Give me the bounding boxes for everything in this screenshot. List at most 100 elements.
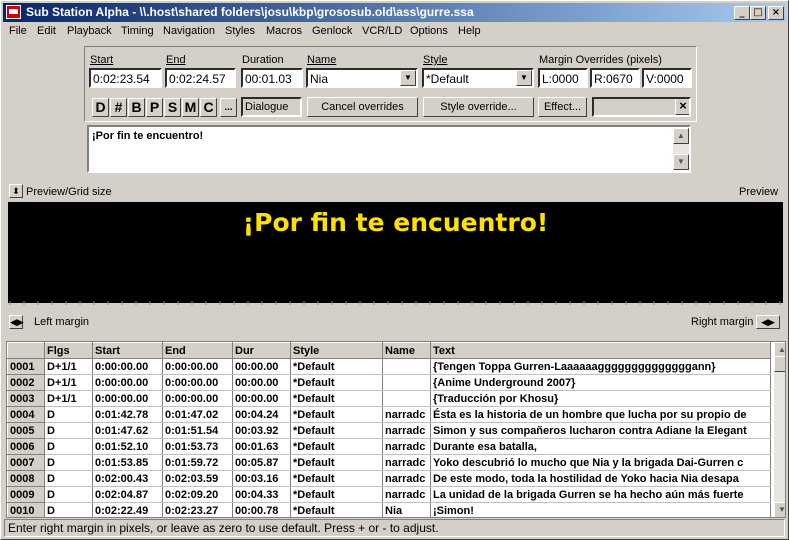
table-row[interactable]: 0006 D 0:01:52.10 0:01:53.73 00:01.63 *Defaul… — [7, 438, 771, 455]
chevron-down-icon[interactable]: ▼ — [400, 70, 416, 86]
cell-text: La unidad de la brigada Gurren se ha hec… — [430, 486, 771, 503]
cell-start: 0:00:00.00 — [92, 390, 163, 407]
table-row[interactable]: 0004 D 0:01:42.78 0:01:47.02 00:04.24 *Defaul… — [7, 406, 771, 423]
cell-text: {Traducción por Khosu} — [430, 390, 771, 407]
cell-end: 0:01:59.72 — [162, 454, 233, 471]
cell-flags: D — [44, 438, 93, 455]
subtitle-text-editor[interactable]: ¡Por fin te encuentro! — [87, 125, 691, 173]
cell-name: narradc — [382, 438, 431, 455]
cell-end: 0:00:00.00 — [162, 390, 233, 407]
effect-button[interactable]: Effect... — [538, 97, 587, 117]
cell-end: 0:00:00.00 — [162, 358, 233, 375]
menu-bar: File Edit Playback Timing Navigation Sty… — [3, 23, 786, 41]
start-time-field[interactable]: 0:02:23.54 — [89, 68, 162, 88]
menu-styles[interactable]: Styles — [225, 25, 255, 37]
cell-flags: D — [44, 486, 93, 503]
table-row[interactable]: 0005 D 0:01:47.62 0:01:51.54 00:03.92 *Defaul… — [7, 422, 771, 439]
menu-options[interactable]: Options — [410, 25, 448, 37]
grid-scrollbar[interactable]: ▲ ▼ — [774, 342, 785, 517]
menu-playback[interactable]: Playback — [67, 25, 112, 37]
table-row[interactable]: 0009 D 0:02:04.87 0:02:09.20 00:04.33 *Defaul… — [7, 486, 771, 503]
cell-duration: 00:04.33 — [232, 486, 291, 503]
name-select[interactable]: Nia ▼ — [306, 68, 418, 88]
col-header-text[interactable]: Text — [430, 342, 771, 359]
preview-area[interactable]: ¡Por fin te encuentro! — [8, 202, 783, 297]
scroll-up-icon[interactable]: ▲ — [673, 128, 689, 144]
cell-start: 0:01:52.10 — [92, 438, 163, 455]
editor-scrollbar[interactable]: ▲ ▼ — [673, 128, 689, 170]
scroll-down-icon[interactable]: ▼ — [673, 154, 689, 170]
tag-p-button[interactable]: P — [146, 98, 163, 117]
tag-more-button[interactable]: ... — [220, 98, 237, 117]
menu-genlock[interactable]: Genlock — [312, 25, 352, 37]
chevron-down-icon[interactable]: ▼ — [516, 70, 532, 86]
cell-name: narradc — [382, 454, 431, 471]
subtitle-text: ¡Por fin te encuentro! — [92, 130, 204, 142]
margin-right-field[interactable]: R:0670 — [590, 68, 640, 88]
cell-end: 0:01:53.73 — [162, 438, 233, 455]
col-header-duration[interactable]: Dur — [232, 342, 291, 359]
col-header-flags[interactable]: Flgs — [44, 342, 93, 359]
end-label: End — [166, 54, 186, 66]
cell-style: *Default — [290, 374, 383, 391]
menu-macros[interactable]: Macros — [266, 25, 302, 37]
maximize-button[interactable]: □ — [750, 6, 766, 20]
menu-edit[interactable]: Edit — [37, 25, 56, 37]
style-override-button[interactable]: Style override... — [423, 97, 534, 117]
col-header-end[interactable]: End — [162, 342, 233, 359]
margin-left-field[interactable]: L:0000 — [538, 68, 588, 88]
app-icon[interactable] — [6, 5, 21, 19]
tag-d-button[interactable]: D — [92, 98, 109, 117]
margin-ruler[interactable] — [8, 297, 783, 305]
cell-flags: D+1/1 — [44, 390, 93, 407]
table-row[interactable]: 0008 D 0:02:00.43 0:02:03.59 00:03.16 *Defaul… — [7, 470, 771, 487]
name-label: Name — [307, 54, 337, 66]
tag-c-button[interactable]: C — [200, 98, 217, 117]
scroll-thumb[interactable] — [774, 356, 785, 372]
menu-timing[interactable]: Timing — [121, 25, 154, 37]
table-row[interactable]: 0003 D+1/1 0:00:00.00 0:00:00.00 00:00.00 *De… — [7, 390, 771, 407]
cell-row-number: 0010 — [7, 502, 45, 517]
clear-effect-button[interactable]: × — [675, 99, 689, 115]
minimize-button[interactable]: _ — [734, 6, 750, 20]
table-row[interactable]: 0010 D 0:02:22.49 0:02:23.27 00:00.78 *Defaul… — [7, 502, 771, 517]
scroll-down-icon[interactable]: ▼ — [774, 502, 785, 517]
table-row[interactable]: 0001 D+1/1 0:00:00.00 0:00:00.00 00:00.00 *De… — [7, 358, 771, 375]
cell-text: ¡Simon! — [430, 502, 771, 517]
cell-flags: D+1/1 — [44, 374, 93, 391]
left-margin-arrows-icon[interactable]: ◀▶ — [9, 315, 24, 329]
cell-style: *Default — [290, 486, 383, 503]
grid-size-stepper[interactable]: ⬍ — [9, 184, 23, 198]
menu-navigation[interactable]: Navigation — [163, 25, 215, 37]
menu-help[interactable]: Help — [458, 25, 481, 37]
tag-s-button[interactable]: S — [164, 98, 181, 117]
duration-field[interactable]: 00:01.03 — [241, 68, 303, 88]
cell-flags: D — [44, 470, 93, 487]
style-select[interactable]: *Default ▼ — [422, 68, 534, 88]
col-header-style[interactable]: Style — [290, 342, 383, 359]
close-button[interactable]: × — [768, 6, 784, 20]
cell-start: 0:00:00.00 — [92, 358, 163, 375]
cell-end: 0:01:47.02 — [162, 406, 233, 423]
tag-b-button[interactable]: B — [128, 98, 145, 117]
cell-name: narradc — [382, 470, 431, 487]
cancel-overrides-button[interactable]: Cancel overrides — [307, 97, 418, 117]
tag-hash-button[interactable]: # — [110, 98, 127, 117]
cell-row-number: 0008 — [7, 470, 45, 487]
margin-vertical-field[interactable]: V:0000 — [642, 68, 692, 88]
duration-label: Duration — [242, 54, 284, 66]
table-row[interactable]: 0002 D+1/1 0:00:00.00 0:00:00.00 00:00.00 *De… — [7, 374, 771, 391]
table-row[interactable]: 0007 D 0:01:53.85 0:01:59.72 00:05.87 *Defaul… — [7, 454, 771, 471]
cell-row-number: 0003 — [7, 390, 45, 407]
right-margin-arrows-icon[interactable]: ◀▶ — [756, 315, 780, 329]
col-header-name[interactable]: Name — [382, 342, 431, 359]
cell-style: *Default — [290, 454, 383, 471]
cell-style: *Default — [290, 470, 383, 487]
effect-field: × — [592, 97, 691, 117]
menu-file[interactable]: File — [9, 25, 27, 37]
cell-name: narradc — [382, 406, 431, 423]
col-header-start[interactable]: Start — [92, 342, 163, 359]
menu-vcr-ld[interactable]: VCR/LD — [362, 25, 402, 37]
end-time-field[interactable]: 0:02:24.57 — [165, 68, 236, 88]
tag-m-button[interactable]: M — [182, 98, 199, 117]
